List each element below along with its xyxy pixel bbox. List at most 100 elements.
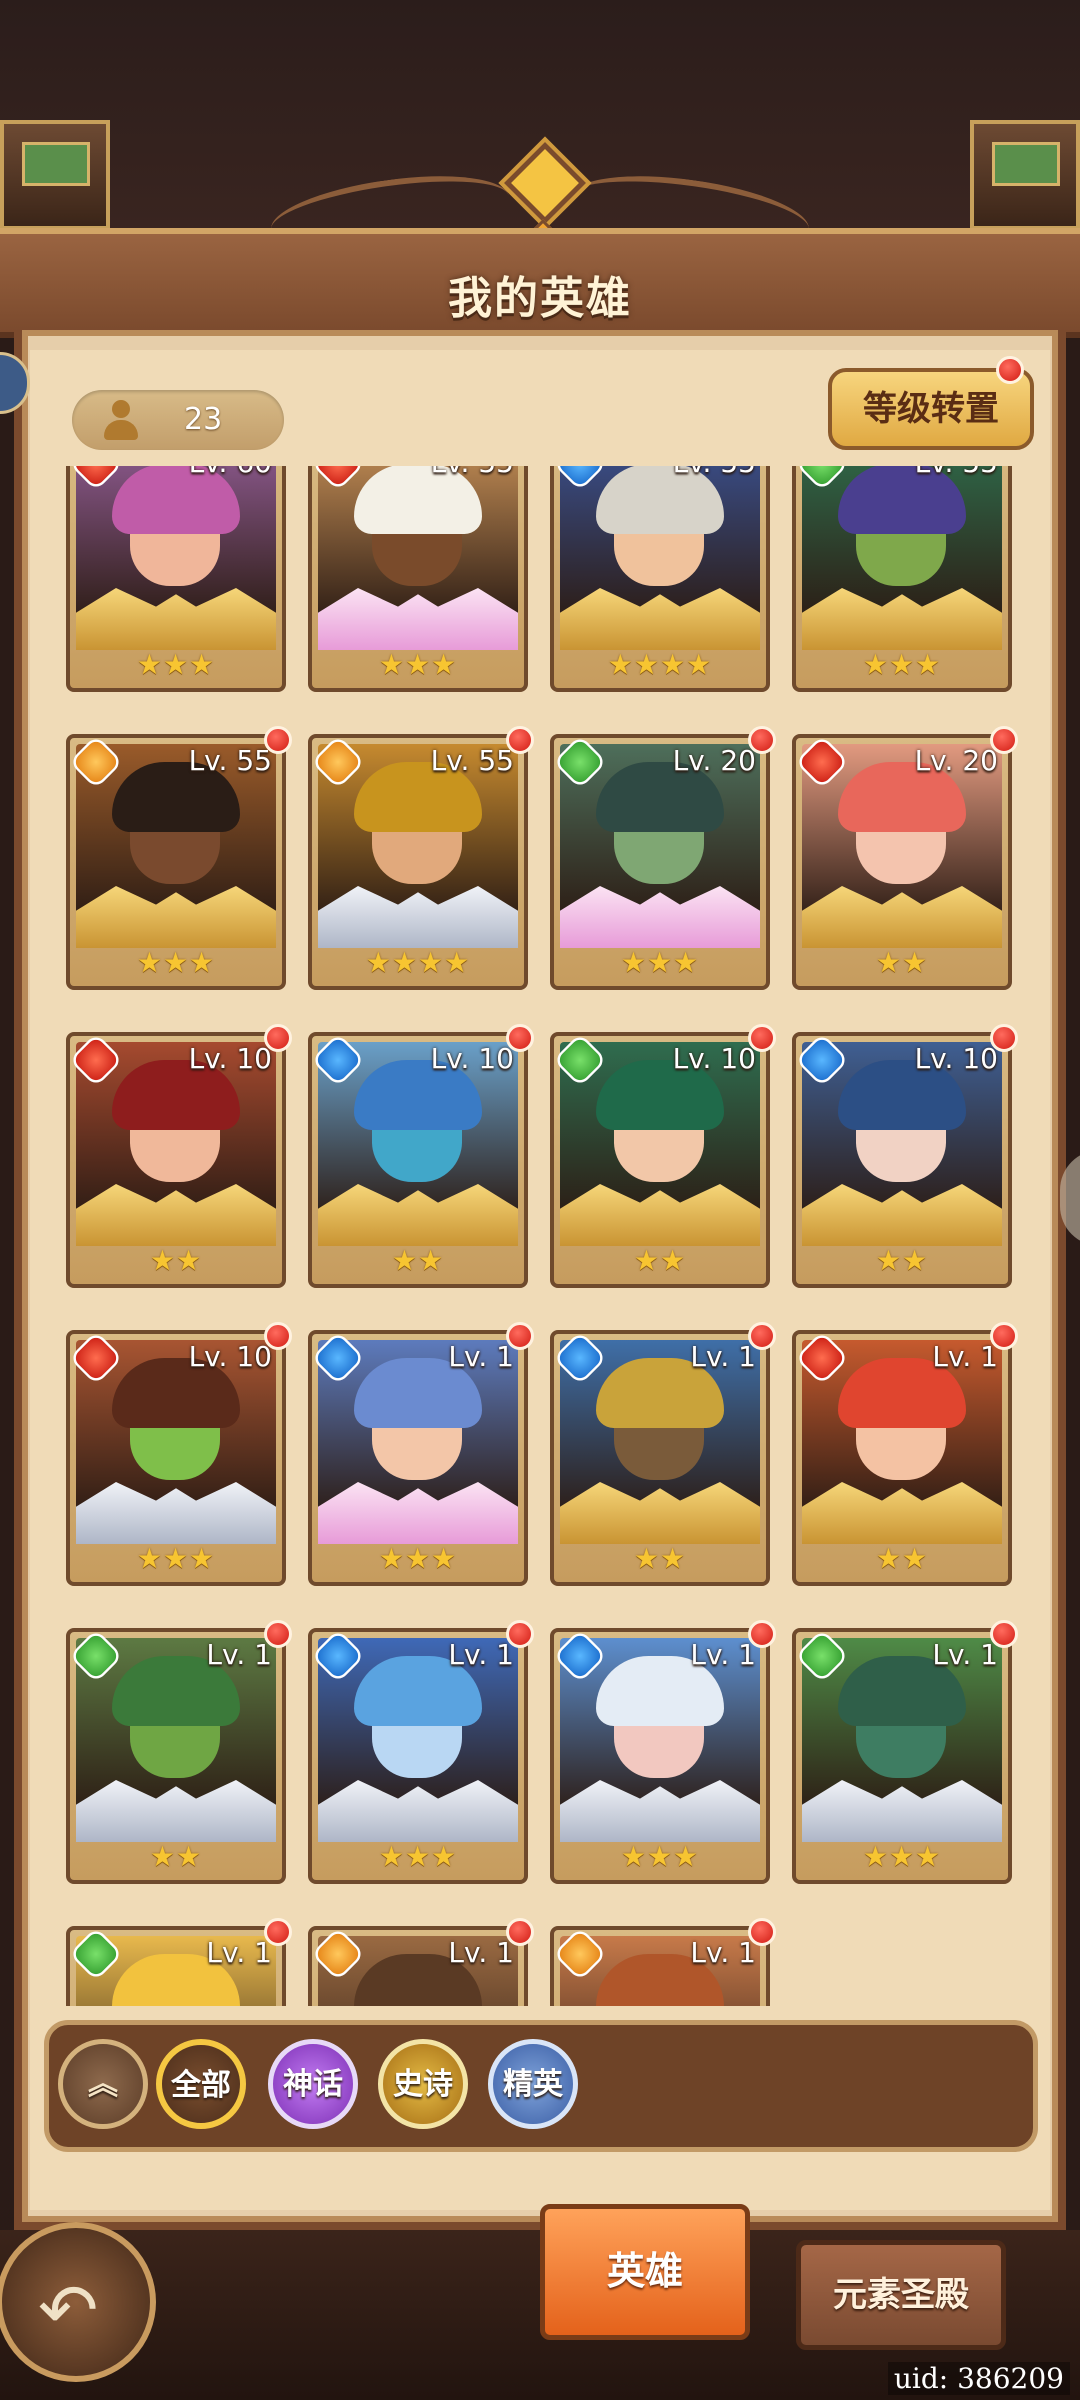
hero-card[interactable]: Lv. 1 ★★	[792, 1322, 1018, 1586]
notification-dot	[990, 1024, 1018, 1052]
star-rating: ★★★	[136, 946, 216, 979]
tab-hero[interactable]: 英雄	[540, 2204, 750, 2340]
notification-dot	[748, 726, 776, 754]
star-rating: ★★	[875, 946, 929, 979]
hero-card[interactable]: Lv. 1	[550, 1918, 776, 2006]
hero-level: Lv. 1	[448, 1936, 514, 1969]
hero-card[interactable]: Lv. 55 ★★★	[308, 466, 528, 692]
hero-card[interactable]: Lv. 20 ★★★	[550, 726, 776, 990]
hero-frame-silver	[318, 886, 518, 948]
page-title: 我的英雄	[448, 273, 632, 324]
hero-card[interactable]: Lv. 55 ★★★★	[308, 726, 534, 990]
hero-level: Lv. 10	[914, 1042, 998, 1075]
hero-card[interactable]: Lv. 1 ★★★	[308, 1620, 534, 1884]
star-rating: ★★	[633, 1244, 687, 1277]
hero-card[interactable]: Lv. 55 ★★★	[66, 726, 292, 990]
hero-level: Lv. 55	[915, 466, 998, 479]
hero-level: Lv. 1	[448, 1340, 514, 1373]
star-rating: ★★★	[136, 1542, 216, 1575]
hero-frame-pink	[560, 886, 760, 948]
hero-frame-silver	[76, 1482, 276, 1544]
hero-card[interactable]: Lv. 1 ★★	[550, 1322, 776, 1586]
filter-elite-button[interactable]: 精英	[488, 2039, 578, 2129]
hero-card[interactable]: Lv. 1	[308, 1918, 534, 2006]
star-rating: ★★	[633, 1542, 687, 1575]
star-rating: ★★	[875, 1244, 929, 1277]
hero-level: Lv. 60	[189, 466, 272, 479]
hero-frame-silver	[76, 1780, 276, 1842]
hero-card[interactable]: Lv. 1 ★★	[66, 1620, 292, 1884]
hero-level: Lv. 10	[672, 1042, 756, 1075]
star-rating: ★★★	[136, 648, 216, 681]
hero-level: Lv. 55	[431, 466, 514, 479]
star-rating: ★★	[391, 1244, 445, 1277]
person-icon	[102, 400, 140, 440]
filter-epic-button[interactable]: 史诗	[378, 2039, 468, 2129]
hero-card[interactable]: Lv. 55 ★★★	[792, 466, 1012, 692]
hero-frame-gold	[318, 1184, 518, 1246]
star-rating: ★★★	[862, 1840, 942, 1873]
hero-level: Lv. 55	[430, 744, 514, 777]
hero-frame-silver	[802, 1780, 1002, 1842]
notification-dot	[506, 726, 534, 754]
tab-element-temple[interactable]: 元素圣殿	[796, 2240, 1006, 2350]
hero-frame-gold	[802, 886, 1002, 948]
hero-frame-gold	[802, 1184, 1002, 1246]
hero-level: Lv. 1	[448, 1638, 514, 1671]
collapse-filter-button[interactable]: ︽	[58, 2039, 148, 2129]
hero-card[interactable]: Lv. 20 ★★	[792, 726, 1018, 990]
hero-level: Lv. 55	[188, 744, 272, 777]
notification-dot	[506, 1918, 534, 1946]
hero-card[interactable]: Lv. 60 ★★★	[66, 466, 286, 692]
back-arrow-icon: ↶	[38, 2268, 99, 2352]
hero-level: Lv. 1	[932, 1638, 998, 1671]
hero-level: Lv. 20	[914, 744, 998, 777]
hero-card[interactable]: Lv. 10 ★★	[550, 1024, 776, 1288]
star-rating: ★★★★	[607, 648, 713, 681]
hero-card[interactable]: Lv. 1	[66, 1918, 292, 2006]
hero-count: 23	[184, 402, 223, 437]
hero-level: Lv. 1	[932, 1340, 998, 1373]
hero-level: Lv. 1	[690, 1936, 756, 1969]
star-rating: ★★★	[862, 648, 942, 681]
hero-frame-silver	[318, 1780, 518, 1842]
hero-card[interactable]: Lv. 10 ★★	[792, 1024, 1018, 1288]
hero-level: Lv. 10	[188, 1340, 272, 1373]
star-rating: ★★	[149, 1840, 203, 1873]
notification-dot	[264, 1620, 292, 1648]
star-rating: ★★★★	[365, 946, 471, 979]
hero-card[interactable]: Lv. 55 ★★★★	[550, 466, 770, 692]
hero-level: Lv. 55	[673, 466, 756, 479]
hero-card[interactable]: Lv. 10 ★★★	[66, 1322, 292, 1586]
hero-frame-gold	[76, 886, 276, 948]
back-button[interactable]: ↶	[0, 2222, 156, 2382]
hero-card[interactable]: Lv. 1 ★★★	[792, 1620, 1018, 1884]
hero-card[interactable]: Lv. 10 ★★	[308, 1024, 534, 1288]
hero-card[interactable]: Lv. 10 ★★	[66, 1024, 292, 1288]
hero-card[interactable]: Lv. 1 ★★★	[550, 1620, 776, 1884]
right-pillar-decoration	[970, 120, 1080, 230]
hero-level: Lv. 1	[690, 1340, 756, 1373]
star-rating: ★★★	[378, 1840, 458, 1873]
notification-dot	[264, 726, 292, 754]
hero-frame-pink	[318, 1482, 518, 1544]
notification-dot	[506, 1620, 534, 1648]
hero-level: Lv. 10	[188, 1042, 272, 1075]
hero-frame-gold	[76, 588, 276, 650]
hero-grid[interactable]: Lv. 60★★★Lv. 55★★★Lv. 55★★★★Lv. 55★★★Lv.…	[56, 466, 1026, 2006]
level-transfer-notification-dot	[996, 356, 1024, 384]
star-rating: ★★★	[378, 1542, 458, 1575]
notification-dot	[264, 1322, 292, 1350]
notification-dot	[748, 1024, 776, 1052]
notification-dot	[506, 1322, 534, 1350]
filter-myth-button[interactable]: 神话	[268, 2039, 358, 2129]
hero-card[interactable]: Lv. 1 ★★★	[308, 1322, 534, 1586]
star-rating: ★★	[875, 1542, 929, 1575]
star-rating: ★★★	[620, 946, 700, 979]
hero-level: Lv. 10	[430, 1042, 514, 1075]
hero-level: Lv. 1	[206, 1638, 272, 1671]
hero-frame-gold	[560, 1184, 760, 1246]
filter-all-button[interactable]: 全部	[156, 2039, 246, 2129]
hero-frame-silver	[560, 1780, 760, 1842]
hero-frame-gold	[802, 588, 1002, 650]
